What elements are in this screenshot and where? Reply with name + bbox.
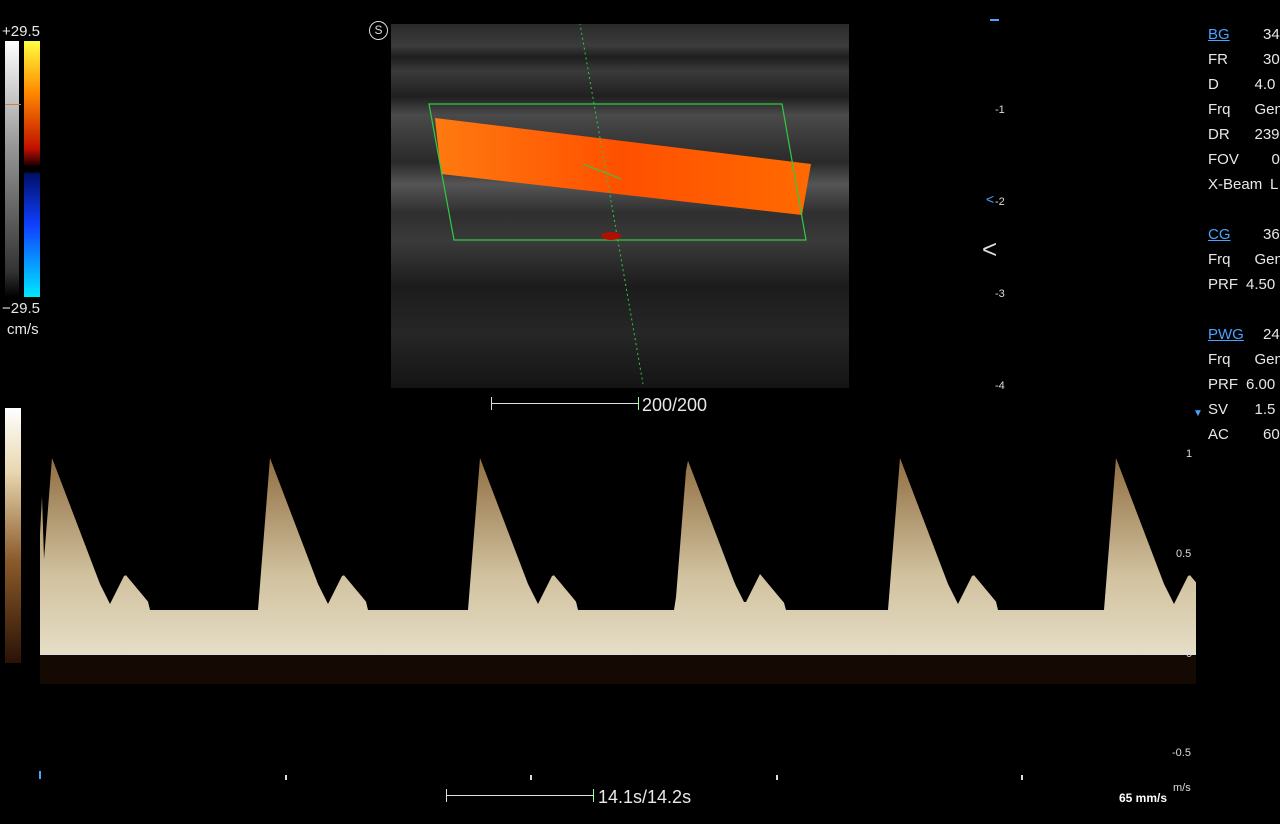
flow-artifact (601, 232, 621, 240)
param-label-ac: AC (1208, 426, 1229, 443)
param-value-sv: 1.5 (1254, 401, 1276, 418)
ruler-right-tick (638, 397, 639, 410)
param-value-frq: Gen (1254, 101, 1280, 118)
depth-tick-1: -1 (995, 104, 1005, 116)
doppler-spectrum[interactable] (40, 420, 1196, 770)
param-value-frq: Gen (1254, 351, 1280, 368)
time-tick (1021, 775, 1023, 780)
color-flow-overlay[interactable] (391, 24, 849, 388)
bmode-scale-ruler (491, 403, 639, 404)
param-label-frq: Frq (1208, 351, 1231, 368)
param-label-cg[interactable]: CG (1208, 226, 1231, 243)
velocity-tick-neg-0.5: -0.5 (1172, 747, 1191, 759)
param-value-frq: Gen (1254, 251, 1280, 268)
color-velocity-bar (24, 41, 40, 297)
param-label-fr: FR (1208, 51, 1228, 68)
sweep-speed-label: 65 mm/s (1119, 791, 1168, 805)
param-label-x-beam: X-Beam (1208, 176, 1263, 193)
color-scale-min-label: −29.5 (2, 300, 40, 317)
param-label-d: D (1208, 76, 1219, 93)
spectrum-reverse-noise (40, 654, 1196, 684)
time-scale-ruler (446, 795, 594, 796)
param-value-prf: 6.00 (1246, 376, 1276, 393)
depth-tick-2: -2 (995, 196, 1005, 208)
param-value-fov: 0 (1271, 151, 1280, 168)
bmode-gray-bar (5, 41, 19, 297)
time-tick (285, 775, 287, 780)
velocity-tick-0.5: 0.5 (1176, 548, 1192, 560)
bmode-scale-label: 200/200 (642, 395, 708, 415)
param-label-bg[interactable]: BG (1208, 26, 1230, 43)
time-tick (530, 775, 532, 780)
spectrum-envelope (40, 458, 1196, 654)
param-value-x-beam: L (1270, 176, 1279, 193)
time-ruler-right-tick (593, 789, 594, 802)
time-tick (776, 775, 778, 780)
param-value-dr: 239 (1254, 126, 1280, 143)
param-label-sv: SV (1208, 401, 1229, 418)
doppler-cursor-line (579, 24, 644, 385)
chevron-left-icon[interactable]: < (982, 234, 997, 265)
velocity-tick-1: 1 (1186, 448, 1193, 460)
param-value-fr: 30 (1263, 51, 1280, 68)
spectrum-baseline (40, 654, 1196, 655)
sector-s-icon: S (369, 21, 388, 40)
param-label-prf: PRF (1208, 276, 1238, 293)
color-scale-unit-label: cm/s (7, 321, 39, 338)
velocity-unit-label: m/s (1173, 782, 1191, 794)
ruler-left-tick (491, 397, 492, 410)
baseline-marker-icon[interactable]: ▼ (1193, 408, 1203, 419)
velocity-tick-0: 0 (1186, 648, 1193, 660)
param-label-fov: FOV (1208, 151, 1239, 168)
param-value-bg: 34 (1263, 26, 1280, 43)
vessel-flow (435, 118, 811, 215)
depth-tick-3: -3 (995, 288, 1005, 300)
param-label-prf: PRF (1208, 376, 1238, 393)
param-value-prf: 4.50 (1246, 276, 1276, 293)
param-value-cg: 36 (1263, 226, 1280, 243)
time-tick (39, 771, 41, 779)
focus-marker-icon[interactable]: < (986, 191, 994, 207)
param-label-pwg[interactable]: PWG (1208, 326, 1244, 343)
param-label-dr: DR (1208, 126, 1230, 143)
baseline-marker (5, 104, 21, 105)
param-label-frq: Frq (1208, 251, 1231, 268)
spectral-gray-bar (5, 408, 21, 663)
time-scale-label: 14.1s/14.2s (598, 787, 692, 807)
depth-top-marker (990, 19, 999, 21)
color-scale-max-label: +29.5 (2, 23, 40, 40)
param-value-d: 4.0 (1254, 76, 1276, 93)
param-value-pwg: 24 (1263, 326, 1280, 343)
depth-tick-4: -4 (995, 380, 1005, 392)
param-label-frq: Frq (1208, 101, 1231, 118)
param-value-ac: 60 (1263, 426, 1280, 443)
time-ruler-left-tick (446, 789, 447, 802)
